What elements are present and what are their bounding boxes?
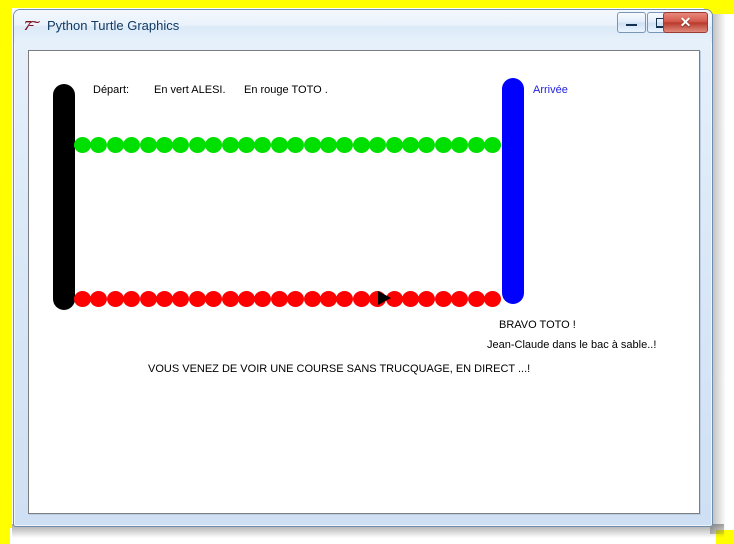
turtle-canvas[interactable]: Départ: En vert ALESI. En rouge TOTO . A…	[29, 51, 699, 513]
label-depart: Départ:	[93, 84, 130, 96]
python-turtle-icon: 7̵͠	[24, 19, 42, 35]
minimize-icon	[618, 13, 645, 32]
turtle-graphics-window: 7̵͠ Python Turtle Graphics ✕ Départ: En …	[13, 9, 713, 527]
racer-dot	[303, 291, 321, 307]
racer-dot	[418, 291, 436, 307]
racer-dot	[451, 137, 469, 153]
racer-dot	[303, 137, 321, 153]
racer-dot	[336, 137, 354, 153]
label-course-message: VOUS VENEZ DE VOIR UNE COURSE SANS TRUCQ…	[148, 363, 531, 375]
racer-dot	[434, 137, 452, 153]
label-bravo: BRAVO TOTO !	[499, 319, 576, 331]
racer-dot	[106, 137, 124, 153]
racer-dot	[484, 291, 501, 307]
racer-dot	[90, 291, 108, 307]
close-button[interactable]: ✕	[663, 12, 708, 33]
label-red-racer: En rouge TOTO .	[244, 84, 328, 96]
racer-dot	[320, 137, 337, 153]
racer-dot	[156, 291, 173, 307]
racer-dot	[336, 291, 354, 307]
label-jean-claude: Jean-Claude dans le bac à sable..!	[487, 339, 657, 351]
racer-dot	[238, 137, 255, 153]
racer-dot	[74, 291, 91, 307]
racer-dot	[74, 137, 91, 153]
racer-dot	[254, 137, 272, 153]
window-title: Python Turtle Graphics	[47, 18, 180, 33]
racer-dot	[270, 137, 288, 153]
label-arrivee: Arrivée	[533, 84, 568, 96]
racer-dot	[287, 291, 305, 307]
racer-dot	[467, 291, 485, 307]
racer-dot	[205, 137, 223, 153]
racer-dot	[270, 291, 288, 307]
racer-dot	[385, 137, 403, 153]
racer-dot	[418, 137, 436, 153]
racer-dot	[221, 137, 239, 153]
racer-dot	[156, 137, 173, 153]
racer-dot	[352, 291, 370, 307]
racer-dot	[254, 291, 272, 307]
start-line-bar	[53, 84, 75, 310]
racer-dot	[467, 137, 485, 153]
racer-dot	[123, 137, 141, 153]
racer-dot	[221, 291, 239, 307]
racer-dot	[172, 137, 190, 153]
racer-dot	[287, 137, 305, 153]
racer-dot	[139, 137, 157, 153]
minimize-button[interactable]	[617, 12, 646, 33]
racer-dot	[188, 137, 206, 153]
racer-dot	[106, 291, 124, 307]
title-bar[interactable]: 7̵͠ Python Turtle Graphics ✕	[14, 10, 712, 43]
racer-dot	[369, 137, 387, 153]
racer-dot	[352, 137, 370, 153]
close-icon: ✕	[679, 14, 692, 30]
racer-dot	[90, 137, 108, 153]
racer-dot	[434, 291, 452, 307]
racer-dot	[139, 291, 157, 307]
racer-dot	[188, 291, 206, 307]
desktop-accent-top	[0, 0, 734, 6]
screen: 7̵͠ Python Turtle Graphics ✕ Départ: En …	[0, 0, 734, 544]
label-green-racer: En vert ALESI.	[154, 84, 226, 96]
turtle-canvas-frame[interactable]: Départ: En vert ALESI. En rouge TOTO . A…	[28, 50, 700, 514]
racer-dot	[320, 291, 337, 307]
racer-dot	[172, 291, 190, 307]
racer-dot	[451, 291, 469, 307]
racer-dot	[123, 291, 141, 307]
racer-dot	[238, 291, 255, 307]
racer-dot	[402, 291, 419, 307]
turtle-cursor-icon	[378, 291, 391, 305]
python-turtle-icon-glyph: 7̵͠	[24, 19, 31, 34]
desktop-accent-left	[0, 0, 12, 528]
racer-dot	[402, 137, 419, 153]
racer-dot	[205, 291, 223, 307]
racer-dot	[484, 137, 501, 153]
finish-line-bar	[502, 78, 524, 304]
